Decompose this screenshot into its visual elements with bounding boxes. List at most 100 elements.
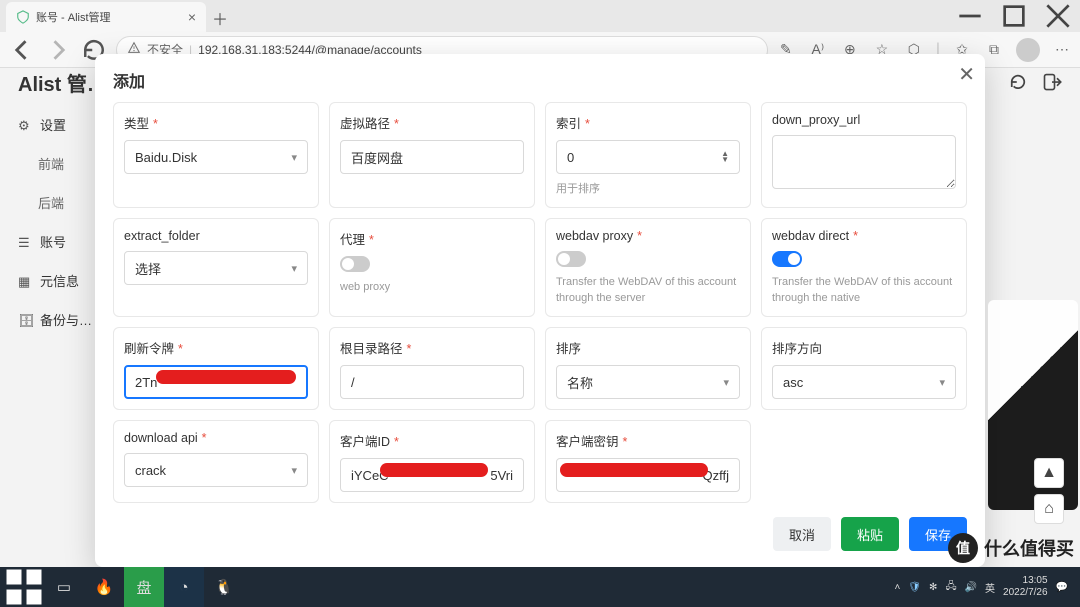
- browser-tab-strip: 账号 - Alist管理 × ＋: [0, 0, 1080, 32]
- hint-proxy: web proxy: [340, 280, 524, 295]
- tray-time: 13:05: [1003, 575, 1048, 587]
- tab-favicon-icon: [16, 10, 30, 24]
- chevron-down-icon: ▾: [939, 376, 945, 389]
- tray-network-icon[interactable]: 🖧: [945, 579, 956, 596]
- label-proxy: 代理: [340, 233, 365, 247]
- field-download-api: download api* crack▾: [113, 420, 319, 503]
- logout-icon[interactable]: [1042, 72, 1062, 92]
- start-button[interactable]: [4, 567, 44, 607]
- list-icon: ☰: [18, 235, 32, 249]
- label-refresh-token: 刷新令牌: [124, 342, 174, 356]
- sidebar-item-label: 前端: [38, 154, 64, 173]
- label-type: 类型: [124, 117, 149, 131]
- tray-ime[interactable]: 英: [985, 580, 995, 595]
- tray-app-icon[interactable]: ✻: [929, 582, 937, 593]
- collections-icon[interactable]: ⧉: [984, 40, 1004, 60]
- tray-shield-icon[interactable]: 🛡: [908, 582, 921, 593]
- database-icon: 🗄: [18, 313, 32, 327]
- toggle-webdav-proxy[interactable]: [556, 251, 586, 267]
- chevron-down-icon: ▾: [723, 376, 729, 389]
- task-view-icon[interactable]: ▭: [44, 567, 84, 607]
- sidebar-item-label: 元信息: [40, 271, 79, 290]
- chevron-down-icon: ▾: [291, 262, 297, 275]
- app-icon[interactable]: 🔥: [84, 567, 124, 607]
- user-avatar-icon[interactable]: [1016, 38, 1040, 62]
- select-order-dir[interactable]: asc▾: [772, 365, 956, 399]
- field-refresh-token: 刷新令牌* 2Tn: [113, 327, 319, 410]
- refresh-page-icon[interactable]: [1008, 72, 1028, 92]
- tab-close-icon[interactable]: ×: [188, 9, 196, 25]
- textarea-down-proxy-url[interactable]: [772, 135, 956, 189]
- sidebar-item-label: 备份与…: [40, 310, 92, 329]
- float-top-button[interactable]: ▲: [1034, 458, 1064, 488]
- new-tab-button[interactable]: ＋: [206, 4, 234, 32]
- field-extract-folder: extract_folder 选择▾: [113, 218, 319, 317]
- window-controls: [948, 0, 1080, 32]
- label-order-by: 排序: [556, 342, 581, 356]
- tray-volume-icon[interactable]: 🔊: [965, 582, 977, 593]
- modal-title: 添加: [113, 68, 967, 92]
- field-webdav-proxy: webdav proxy* Transfer the WebDAV of thi…: [545, 218, 751, 317]
- select-download-api[interactable]: crack▾: [124, 453, 308, 487]
- field-root-folder: 根目录路径* /: [329, 327, 535, 410]
- cancel-button[interactable]: 取消: [773, 517, 831, 551]
- input-index[interactable]: 0▲▼: [556, 140, 740, 174]
- nav-back-icon[interactable]: [8, 36, 36, 64]
- window-minimize-icon[interactable]: [948, 0, 992, 32]
- input-root-folder[interactable]: /: [340, 365, 524, 399]
- page-title: Alist 管…: [18, 68, 107, 97]
- field-order-by: 排序 名称▾: [545, 327, 751, 410]
- redaction-mark: [560, 463, 708, 477]
- chevron-down-icon: ▾: [291, 151, 297, 164]
- field-order-dir: 排序方向 asc▾: [761, 327, 967, 410]
- label-down-proxy: down_proxy_url: [772, 113, 860, 127]
- modal-close-icon[interactable]: ✕: [958, 62, 975, 87]
- decor-art-image: [988, 300, 1078, 510]
- app-icon[interactable]: 盘: [124, 567, 164, 607]
- label-index: 索引: [556, 117, 581, 131]
- edge-icon[interactable]: ◔: [164, 567, 204, 607]
- taskbar: ▭ 🔥 盘 ◔ 🐧 ˄ 🛡 ✻ 🖧 🔊 英 13:05 2022/7/26 💬: [0, 567, 1080, 607]
- field-virtual-path: 虚拟路径* 百度网盘: [329, 102, 535, 208]
- system-tray: ˄ 🛡 ✻ 🖧 🔊 英 13:05 2022/7/26 💬: [895, 575, 1077, 599]
- label-client-secret: 客户端密钥: [556, 435, 619, 449]
- window-maximize-icon[interactable]: [992, 0, 1036, 32]
- step-down-icon[interactable]: ▼: [721, 157, 729, 163]
- browser-tab-active[interactable]: 账号 - Alist管理 ×: [6, 2, 206, 32]
- tray-notifications-icon[interactable]: 💬: [1056, 582, 1068, 593]
- paste-button[interactable]: 粘贴: [841, 517, 899, 551]
- select-type[interactable]: Baidu.Disk▾: [124, 140, 308, 174]
- field-client-secret: 客户端密钥* Qzffj: [545, 420, 751, 503]
- more-icon[interactable]: ⋯: [1052, 40, 1072, 60]
- toggle-webdav-direct[interactable]: [772, 251, 802, 267]
- label-webdav-direct: webdav direct: [772, 229, 849, 243]
- qq-icon[interactable]: 🐧: [204, 567, 244, 607]
- field-client-id: 客户端ID* iYCeC5Vri: [329, 420, 535, 503]
- select-order-by[interactable]: 名称▾: [556, 365, 740, 399]
- select-extract-folder[interactable]: 选择▾: [124, 251, 308, 285]
- label-client-id: 客户端ID: [340, 435, 390, 449]
- field-proxy: 代理* web proxy: [329, 218, 535, 317]
- gear-icon: ⚙: [18, 118, 32, 132]
- nav-forward-icon: [44, 36, 72, 64]
- field-down-proxy-url: down_proxy_url: [761, 102, 967, 208]
- redaction-mark: [380, 463, 488, 477]
- tab-title: 账号 - Alist管理: [36, 9, 182, 25]
- input-virtual-path[interactable]: 百度网盘: [340, 140, 524, 174]
- label-extract-folder: extract_folder: [124, 229, 200, 243]
- watermark-badge: 值: [948, 533, 978, 563]
- float-home-button[interactable]: ⌂: [1034, 494, 1064, 524]
- label-order-dir: 排序方向: [772, 342, 822, 356]
- label-webdav-proxy: webdav proxy: [556, 229, 633, 243]
- chevron-down-icon: ▾: [291, 464, 297, 477]
- toggle-proxy[interactable]: [340, 256, 370, 272]
- modal-actions: 取消 粘贴 保存: [113, 517, 967, 551]
- window-close-icon[interactable]: [1036, 0, 1080, 32]
- hint-index: 用于排序: [556, 182, 740, 197]
- hint-webdav-proxy: Transfer the WebDAV of this account thro…: [556, 275, 740, 306]
- label-virtual-path: 虚拟路径: [340, 117, 390, 131]
- grid-icon: ▦: [18, 274, 32, 288]
- tray-up-icon[interactable]: ˄: [895, 582, 901, 593]
- redaction-mark: [156, 370, 296, 384]
- watermark-text: 什么值得买: [984, 535, 1074, 561]
